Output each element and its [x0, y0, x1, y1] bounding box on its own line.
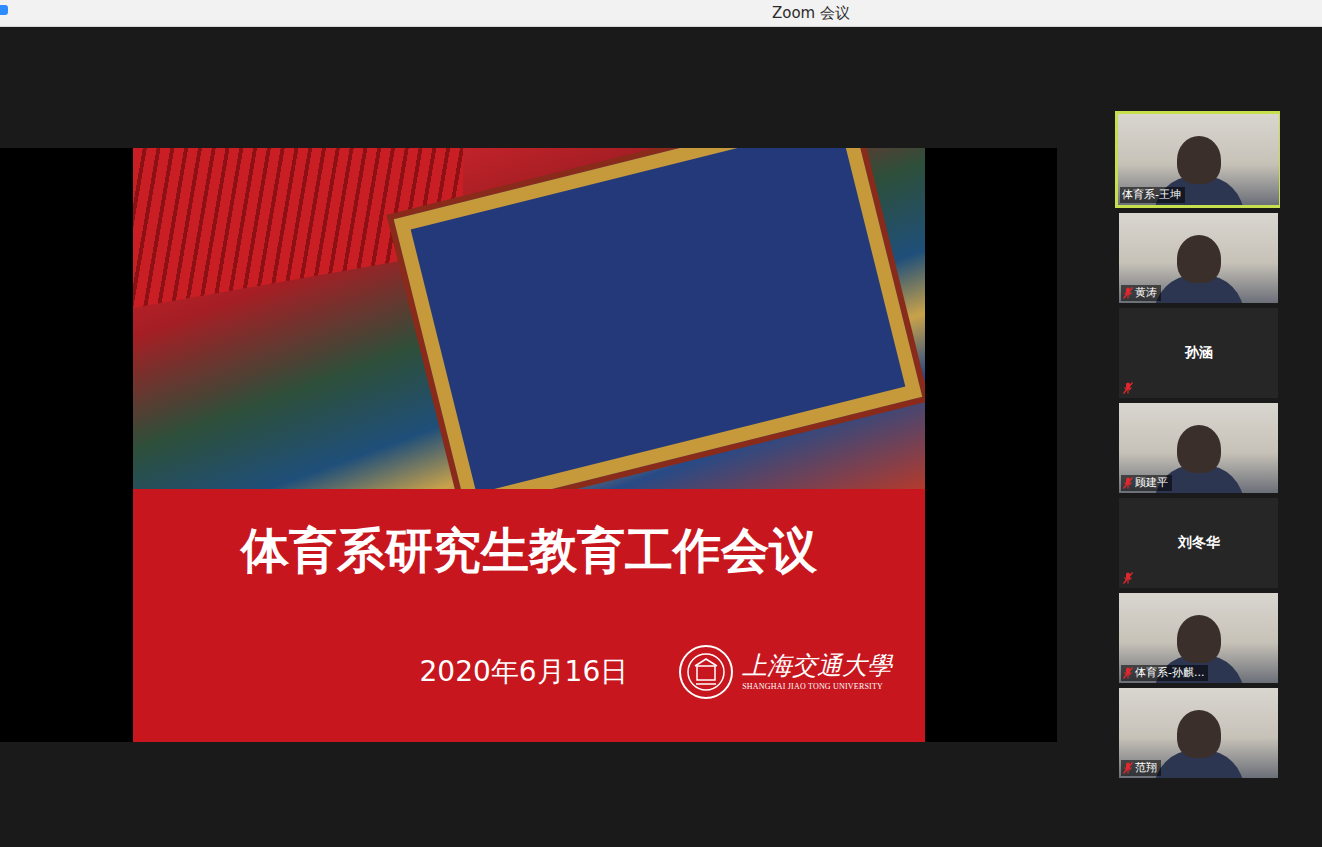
mic-status	[1123, 382, 1133, 394]
participant-tile[interactable]: 顾建平	[1119, 403, 1278, 493]
logo-text: 上海交通大學 SHANGHAI JIAO TONG UNIVERSITY	[742, 652, 892, 692]
participant-name: 顾建平	[1135, 476, 1168, 490]
muted-mic-icon	[1123, 382, 1133, 394]
participant-photo-head	[1177, 136, 1221, 184]
participant-photo-head	[1177, 235, 1221, 283]
participant-tile[interactable]: 孙涵	[1119, 308, 1278, 398]
university-seal-icon	[678, 644, 734, 700]
participant-tile[interactable]: 范翔	[1119, 688, 1278, 778]
participant-name: 孙涵	[1185, 344, 1213, 362]
plaque-shape	[393, 148, 922, 489]
zoom-app-icon	[0, 5, 8, 15]
participant-tile[interactable]: 体育系-王坤	[1115, 111, 1280, 208]
name-label: 顾建平	[1121, 475, 1172, 491]
video-frame: 范翔	[1119, 688, 1278, 778]
name-label: 范翔	[1121, 760, 1161, 776]
participant-name: 体育系-王坤	[1122, 188, 1181, 202]
participant-photo-head	[1177, 615, 1221, 663]
logo-english-name: SHANGHAI JIAO TONG UNIVERSITY	[742, 682, 892, 691]
participant-name: 刘冬华	[1178, 534, 1220, 552]
participant-gallery: 体育系-王坤黄涛孙涵顾建平刘冬华体育系-孙麒... 范翔	[1057, 27, 1322, 847]
name-label: 体育系-王坤	[1120, 187, 1185, 203]
muted-mic-icon	[1123, 572, 1133, 584]
participant-name: 范翔	[1135, 761, 1157, 775]
avatar-frame: 刘冬华	[1119, 498, 1278, 588]
mic-status	[1123, 572, 1133, 584]
screen-share-area: 体育系研究生教育工作会议 2020年6月16日 上海交通大學 SHANGHAI JIA…	[0, 27, 1057, 847]
muted-mic-icon	[1123, 477, 1133, 489]
slide-photo	[133, 148, 925, 489]
slide-title-area: 体育系研究生教育工作会议 2020年6月16日 上海交通大學 SHANGHAI JIA…	[133, 489, 925, 742]
slide-date: 2020年6月16日	[420, 653, 629, 691]
video-frame: 体育系-王坤	[1118, 114, 1279, 205]
logo-chinese-name: 上海交通大學	[742, 652, 892, 680]
slide-footer: 2020年6月16日 上海交通大學 SHANGHAI JIAO TONG UNIVE…	[133, 644, 925, 700]
participant-photo-head	[1177, 425, 1221, 473]
participant-tile[interactable]: 刘冬华	[1119, 498, 1278, 588]
video-frame: 体育系-孙麒...	[1119, 593, 1278, 683]
name-label: 体育系-孙麒...	[1121, 665, 1208, 681]
muted-mic-icon	[1123, 667, 1133, 679]
participant-photo-head	[1177, 710, 1221, 758]
title-bar: Zoom 会议	[0, 0, 1322, 27]
participant-name: 体育系-孙麒...	[1135, 666, 1204, 680]
slide-title: 体育系研究生教育工作会议	[241, 522, 817, 580]
muted-mic-icon	[1123, 287, 1133, 299]
meeting-area: 体育系研究生教育工作会议 2020年6月16日 上海交通大學 SHANGHAI JIA…	[0, 27, 1322, 847]
name-label: 黄涛	[1121, 285, 1161, 301]
shared-screen: 体育系研究生教育工作会议 2020年6月16日 上海交通大學 SHANGHAI JIA…	[0, 148, 1057, 742]
muted-mic-icon	[1123, 762, 1133, 774]
slide: 体育系研究生教育工作会议 2020年6月16日 上海交通大學 SHANGHAI JIA…	[133, 148, 925, 742]
university-logo: 上海交通大學 SHANGHAI JIAO TONG UNIVERSITY	[678, 644, 892, 700]
participant-name: 黄涛	[1135, 286, 1157, 300]
video-frame: 黄涛	[1119, 213, 1278, 303]
participant-tile[interactable]: 黄涛	[1119, 213, 1278, 303]
participant-tile[interactable]: 体育系-孙麒...	[1119, 593, 1278, 683]
avatar-frame: 孙涵	[1119, 308, 1278, 398]
video-frame: 顾建平	[1119, 403, 1278, 493]
window-title: Zoom 会议	[0, 4, 1322, 23]
